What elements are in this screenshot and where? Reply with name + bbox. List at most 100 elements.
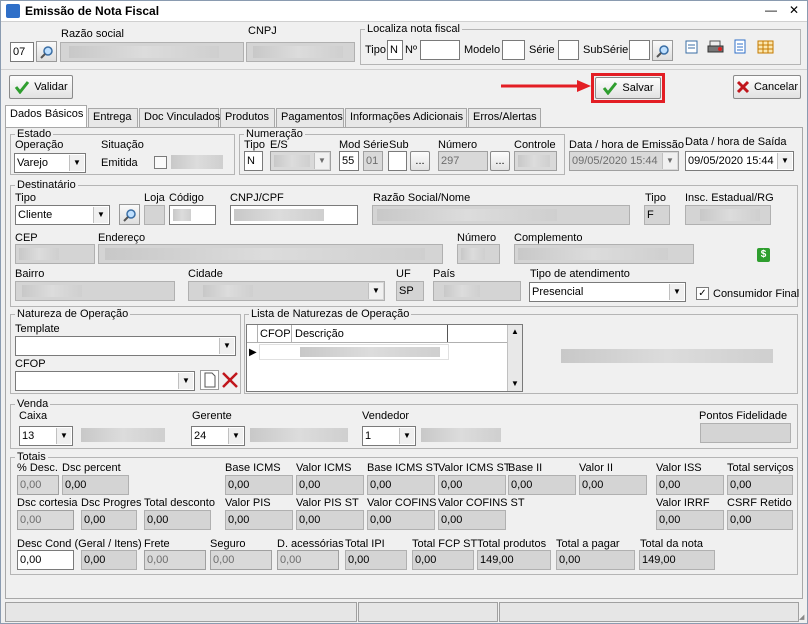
redacted-text	[561, 349, 773, 363]
localiza-serie-field[interactable]	[558, 40, 579, 60]
insc-label: Insc. Estadual/RG	[685, 192, 774, 204]
document-list-icon[interactable]	[684, 39, 700, 55]
controle-field	[514, 151, 557, 171]
operacao-select[interactable]: Varejo ▼	[14, 153, 86, 173]
scroll-up-icon[interactable]: ▲	[511, 327, 519, 336]
vendedor-select[interactable]: 1 ▼	[362, 426, 416, 446]
localiza-subserie-field[interactable]	[629, 40, 650, 60]
total-produtos-field: 149,00	[477, 550, 551, 570]
atendimento-select[interactable]: Presencial ▼	[529, 282, 686, 302]
store-code-field[interactable]: 07	[10, 42, 34, 62]
dest-search-button[interactable]	[119, 204, 140, 225]
tab-erros-alertas[interactable]: Erros/Alertas	[468, 108, 541, 127]
scroll-down-icon[interactable]: ▼	[511, 379, 519, 388]
localiza-search-button[interactable]	[652, 40, 673, 61]
dsc-percent-field: 0,00	[62, 475, 129, 495]
cnpj-cpf-field[interactable]	[230, 205, 358, 225]
new-document-button[interactable]	[200, 370, 219, 390]
search-icon	[655, 44, 669, 58]
tab-entrega[interactable]: Entrega	[88, 108, 138, 127]
codigo-label: Código	[169, 192, 204, 204]
consumidor-final-label: Consumidor Final	[713, 288, 800, 300]
grid-row[interactable]	[259, 344, 449, 360]
es-select: ▼	[270, 151, 331, 171]
atendimento-label: Tipo de atendimento	[530, 268, 630, 280]
dollar-icon[interactable]: $	[757, 248, 770, 262]
mod-field[interactable]: 55	[339, 151, 359, 171]
cidade-label: Cidade	[188, 268, 223, 280]
consumidor-final-checkbox[interactable]: ✓	[696, 287, 709, 300]
loja-field	[144, 205, 165, 225]
minimize-button[interactable]: —	[765, 4, 777, 17]
template-select[interactable]: ▼	[15, 336, 236, 356]
razao-nome-label: Razão Social/Nome	[373, 192, 471, 204]
grid-icon[interactable]	[757, 39, 775, 55]
delete-button[interactable]	[220, 370, 240, 390]
redacted-text	[173, 209, 191, 221]
document-icon[interactable]	[732, 39, 748, 55]
total-servicos-label: Total serviços	[727, 462, 794, 474]
red-arrow-annotation	[501, 80, 591, 92]
num-tipo-field[interactable]: N	[244, 151, 263, 171]
naturezas-grid[interactable]: CFOP Descrição ▶ ▲ ▼	[246, 324, 523, 392]
tab-produtos[interactable]: Produtos	[220, 108, 275, 127]
localiza-tipo-field[interactable]: N	[387, 40, 403, 60]
salvar-button[interactable]: Salvar	[595, 77, 661, 99]
valor-ii-label: Valor II	[579, 462, 614, 474]
csrf-label: CSRF Retido	[727, 497, 792, 509]
sub-field[interactable]	[388, 151, 407, 171]
chevron-down-icon: ▼	[777, 153, 792, 169]
natureza-title: Natureza de Operação	[15, 308, 131, 321]
grid-scrollbar[interactable]: ▲ ▼	[507, 325, 522, 391]
redacted-text	[81, 428, 165, 442]
codigo-field[interactable]	[169, 205, 216, 225]
gerente-select[interactable]: 24 ▼	[191, 426, 245, 446]
redacted-text	[234, 209, 324, 221]
redacted-text	[203, 285, 253, 297]
printer-icon[interactable]	[707, 39, 725, 55]
valor-icms-st-label: Valor ICMS ST	[438, 462, 511, 474]
redacted-text	[253, 46, 343, 58]
bairro-field	[15, 281, 175, 301]
redacted-text	[518, 155, 550, 167]
close-button[interactable]: ✕	[789, 4, 799, 17]
valor-pis-label: Valor PIS	[225, 497, 271, 509]
sub-ellipsis-button[interactable]: ...	[410, 151, 430, 171]
dest-tipo-value: Cliente	[18, 209, 53, 221]
salvar-label: Salvar	[622, 82, 654, 94]
validar-button[interactable]: Validar	[9, 75, 73, 99]
dest-tipo-select[interactable]: Cliente ▼	[15, 205, 110, 225]
row-pointer-icon: ▶	[249, 347, 257, 358]
cnpj-cpf-label: CNPJ/CPF	[230, 192, 284, 204]
cancelar-label: Cancelar	[753, 81, 799, 93]
cidade-select[interactable]: ▼	[188, 281, 385, 301]
valor-pis-field: 0,00	[225, 510, 293, 530]
tab-doc-vinculados[interactable]: Doc Vinculados	[139, 108, 220, 127]
localiza-modelo-field[interactable]	[502, 40, 525, 60]
situacao-checkbox[interactable]	[154, 156, 167, 169]
caixa-select[interactable]: 13 ▼	[19, 426, 73, 446]
cancelar-button[interactable]: Cancelar	[733, 75, 801, 99]
cfop-select[interactable]: ▼	[15, 371, 195, 391]
tab-pagamentos[interactable]: Pagamentos	[276, 108, 344, 127]
redacted-text	[105, 248, 425, 260]
dsc-percent-label: Dsc percent	[62, 462, 121, 474]
cnpj-label: CNPJ	[248, 25, 277, 37]
redacted-text	[69, 46, 219, 58]
uf-label: UF	[396, 268, 411, 280]
localiza-numero-field[interactable]	[420, 40, 460, 60]
saida-field[interactable]: 09/05/2020 15:44 ▼	[685, 151, 794, 171]
tab-dados-basicos[interactable]: Dados Básicos	[5, 105, 87, 128]
chevron-down-icon: ▼	[93, 207, 108, 223]
desc-cond-field-1[interactable]: 0,00	[17, 550, 74, 570]
resize-grip-icon[interactable]: ◢	[799, 613, 807, 621]
total-desconto-label: Total desconto	[144, 497, 215, 509]
col-descricao: Descrição	[295, 328, 344, 340]
tab-informacoes-adicionais[interactable]: Informações Adicionais	[345, 108, 467, 127]
gerente-value: 24	[194, 430, 207, 442]
numero-ellipsis-button[interactable]: ...	[490, 151, 510, 171]
redacted-text	[274, 155, 310, 167]
valor-cofins-st-label: Valor COFINS ST	[438, 497, 525, 509]
pct-desc-field: 0,00	[17, 475, 59, 495]
search-store-button[interactable]	[36, 41, 57, 62]
